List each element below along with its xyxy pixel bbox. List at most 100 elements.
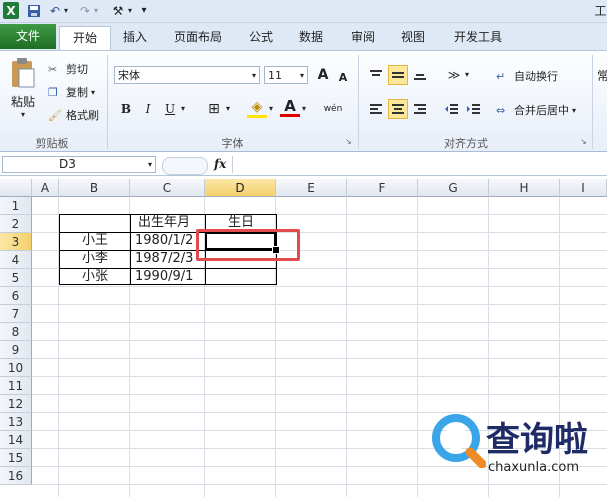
custom-tool-dropdown-icon[interactable]: ▾ <box>126 2 134 19</box>
row-header-9[interactable]: 9 <box>0 341 32 359</box>
column-header-h[interactable]: H <box>489 179 560 197</box>
tab-home[interactable]: 开始 <box>59 26 111 50</box>
font-color-dropdown-icon[interactable]: ▾ <box>302 104 306 113</box>
column-header-i[interactable]: I <box>560 179 607 197</box>
row-header-6[interactable]: 6 <box>0 287 32 305</box>
border-button[interactable]: ⊞ <box>204 99 224 119</box>
font-name-dropdown-icon[interactable]: ▾ <box>252 67 256 85</box>
phonetic-button[interactable]: wén <box>320 99 346 119</box>
undo-icon[interactable]: ↶ <box>48 2 62 19</box>
copy-dropdown-icon[interactable]: ▾ <box>91 88 95 97</box>
merge-dropdown-icon[interactable]: ▾ <box>572 106 576 115</box>
alignment-dialog-launcher-icon[interactable]: ↘ <box>580 137 587 146</box>
copy-button[interactable]: ❐ 复制 ▾ <box>48 83 95 101</box>
bold-button[interactable]: B <box>116 99 136 119</box>
column-header-d[interactable]: D <box>205 179 276 197</box>
tab-data[interactable]: 数据 <box>288 26 334 49</box>
customize-qat-icon[interactable]: ▾ <box>139 2 149 19</box>
row-header-16[interactable]: 16 <box>0 467 32 485</box>
cell-c3[interactable]: 1980/1/2 <box>131 232 205 250</box>
italic-button[interactable]: I <box>138 99 158 119</box>
row-header-8[interactable]: 8 <box>0 323 32 341</box>
name-box[interactable]: D3 ▾ <box>2 156 156 173</box>
paste-dropdown-icon[interactable]: ▾ <box>21 110 25 119</box>
formula-input[interactable] <box>232 156 607 173</box>
align-top-button[interactable] <box>366 65 386 85</box>
number-group-cut: 常 <box>597 69 607 83</box>
row-header-7[interactable]: 7 <box>0 305 32 323</box>
font-size-box[interactable]: 11 ▾ <box>264 66 308 84</box>
font-dialog-launcher-icon[interactable]: ↘ <box>345 137 352 146</box>
column-header-a[interactable]: A <box>32 179 59 197</box>
align-center-button[interactable] <box>388 99 408 119</box>
row-header-14[interactable]: 14 <box>0 431 32 449</box>
row-header-5[interactable]: 5 <box>0 269 32 287</box>
fill-color-button[interactable]: ◈ <box>247 99 267 118</box>
excel-app-icon[interactable]: X <box>3 2 19 19</box>
clipboard-group-label: 剪贴板 <box>35 137 69 150</box>
shrink-font-button[interactable]: A <box>333 67 353 87</box>
tab-developer[interactable]: 开发工具 <box>440 26 516 49</box>
row-header-15[interactable]: 15 <box>0 449 32 467</box>
paste-button[interactable]: 粘贴 ▾ <box>6 57 40 129</box>
tab-insert[interactable]: 插入 <box>112 26 158 49</box>
align-left-button[interactable] <box>366 99 386 119</box>
row-header-13[interactable]: 13 <box>0 413 32 431</box>
row-header-2[interactable]: 2 <box>0 215 32 233</box>
cell-b5[interactable]: 小张 <box>60 268 130 286</box>
column-header-b[interactable]: B <box>59 179 130 197</box>
align-middle-button[interactable] <box>388 65 408 85</box>
tab-view[interactable]: 视图 <box>390 26 436 49</box>
tab-review[interactable]: 审阅 <box>338 26 388 49</box>
underline-button[interactable]: U <box>160 99 180 119</box>
column-header-f[interactable]: F <box>347 179 418 197</box>
align-bottom-button[interactable] <box>410 65 430 85</box>
wrap-text-button[interactable]: ↵ 自动换行 <box>496 67 558 85</box>
tab-page-layout[interactable]: 页面布局 <box>162 26 234 49</box>
row-header-1[interactable]: 1 <box>0 197 32 215</box>
merge-icon: ⇔ <box>496 103 506 117</box>
decrease-indent-button[interactable] <box>442 99 462 119</box>
font-name-value: 宋体 <box>118 69 140 82</box>
cell-b3[interactable]: 小王 <box>60 232 130 250</box>
tab-formulas[interactable]: 公式 <box>238 26 284 49</box>
cut-button[interactable]: ✂ 剪切 <box>48 60 88 78</box>
border-dropdown-icon[interactable]: ▾ <box>226 104 230 113</box>
row-header-11[interactable]: 11 <box>0 377 32 395</box>
cell-d5[interactable] <box>206 268 276 286</box>
cell-c2[interactable]: 出生年月 <box>132 214 205 232</box>
row-header-10[interactable]: 10 <box>0 359 32 377</box>
cell-c5[interactable]: 1990/9/1 <box>131 268 205 286</box>
orientation-button[interactable]: ≫ <box>444 65 464 85</box>
column-header-e[interactable]: E <box>276 179 347 197</box>
merge-center-button[interactable]: ⇔ 合并后居中 ▾ <box>496 101 576 119</box>
format-painter-button[interactable]: 🖌 格式刷 <box>48 106 99 124</box>
redo-icon[interactable]: ↷ <box>78 2 92 19</box>
underline-dropdown-icon[interactable]: ▾ <box>181 104 185 113</box>
fill-dropdown-icon[interactable]: ▾ <box>269 104 273 113</box>
font-size-dropdown-icon[interactable]: ▾ <box>300 67 304 85</box>
undo-dropdown-icon[interactable]: ▾ <box>62 2 70 19</box>
tab-file[interactable]: 文件 <box>0 24 56 49</box>
name-box-dropdown-icon[interactable]: ▾ <box>148 157 152 172</box>
column-header-g[interactable]: G <box>418 179 489 197</box>
formula-bar: D3 ▾ fx <box>0 155 607 176</box>
redo-dropdown-icon[interactable]: ▾ <box>92 2 100 19</box>
cell-b4[interactable]: 小李 <box>60 250 130 268</box>
save-icon[interactable] <box>26 2 42 19</box>
insert-function-icon[interactable]: fx <box>214 157 226 171</box>
font-color-button[interactable]: A <box>280 97 300 117</box>
orientation-dropdown-icon[interactable]: ▾ <box>465 70 469 79</box>
align-right-button[interactable] <box>410 99 430 119</box>
grow-font-button[interactable]: A <box>313 65 333 85</box>
select-all-corner[interactable] <box>0 179 32 197</box>
font-name-box[interactable]: 宋体 ▾ <box>114 66 260 84</box>
row-header-3[interactable]: 3 <box>0 233 32 251</box>
increase-indent-button[interactable] <box>464 99 484 119</box>
column-header-c[interactable]: C <box>130 179 205 197</box>
cell-c4[interactable]: 1987/2/3 <box>131 250 205 268</box>
row-header-4[interactable]: 4 <box>0 251 32 269</box>
row-header-12[interactable]: 12 <box>0 395 32 413</box>
custom-tool-icon[interactable]: ⚒ <box>110 2 126 19</box>
merge-center-label: 合并后居中 <box>514 104 569 117</box>
